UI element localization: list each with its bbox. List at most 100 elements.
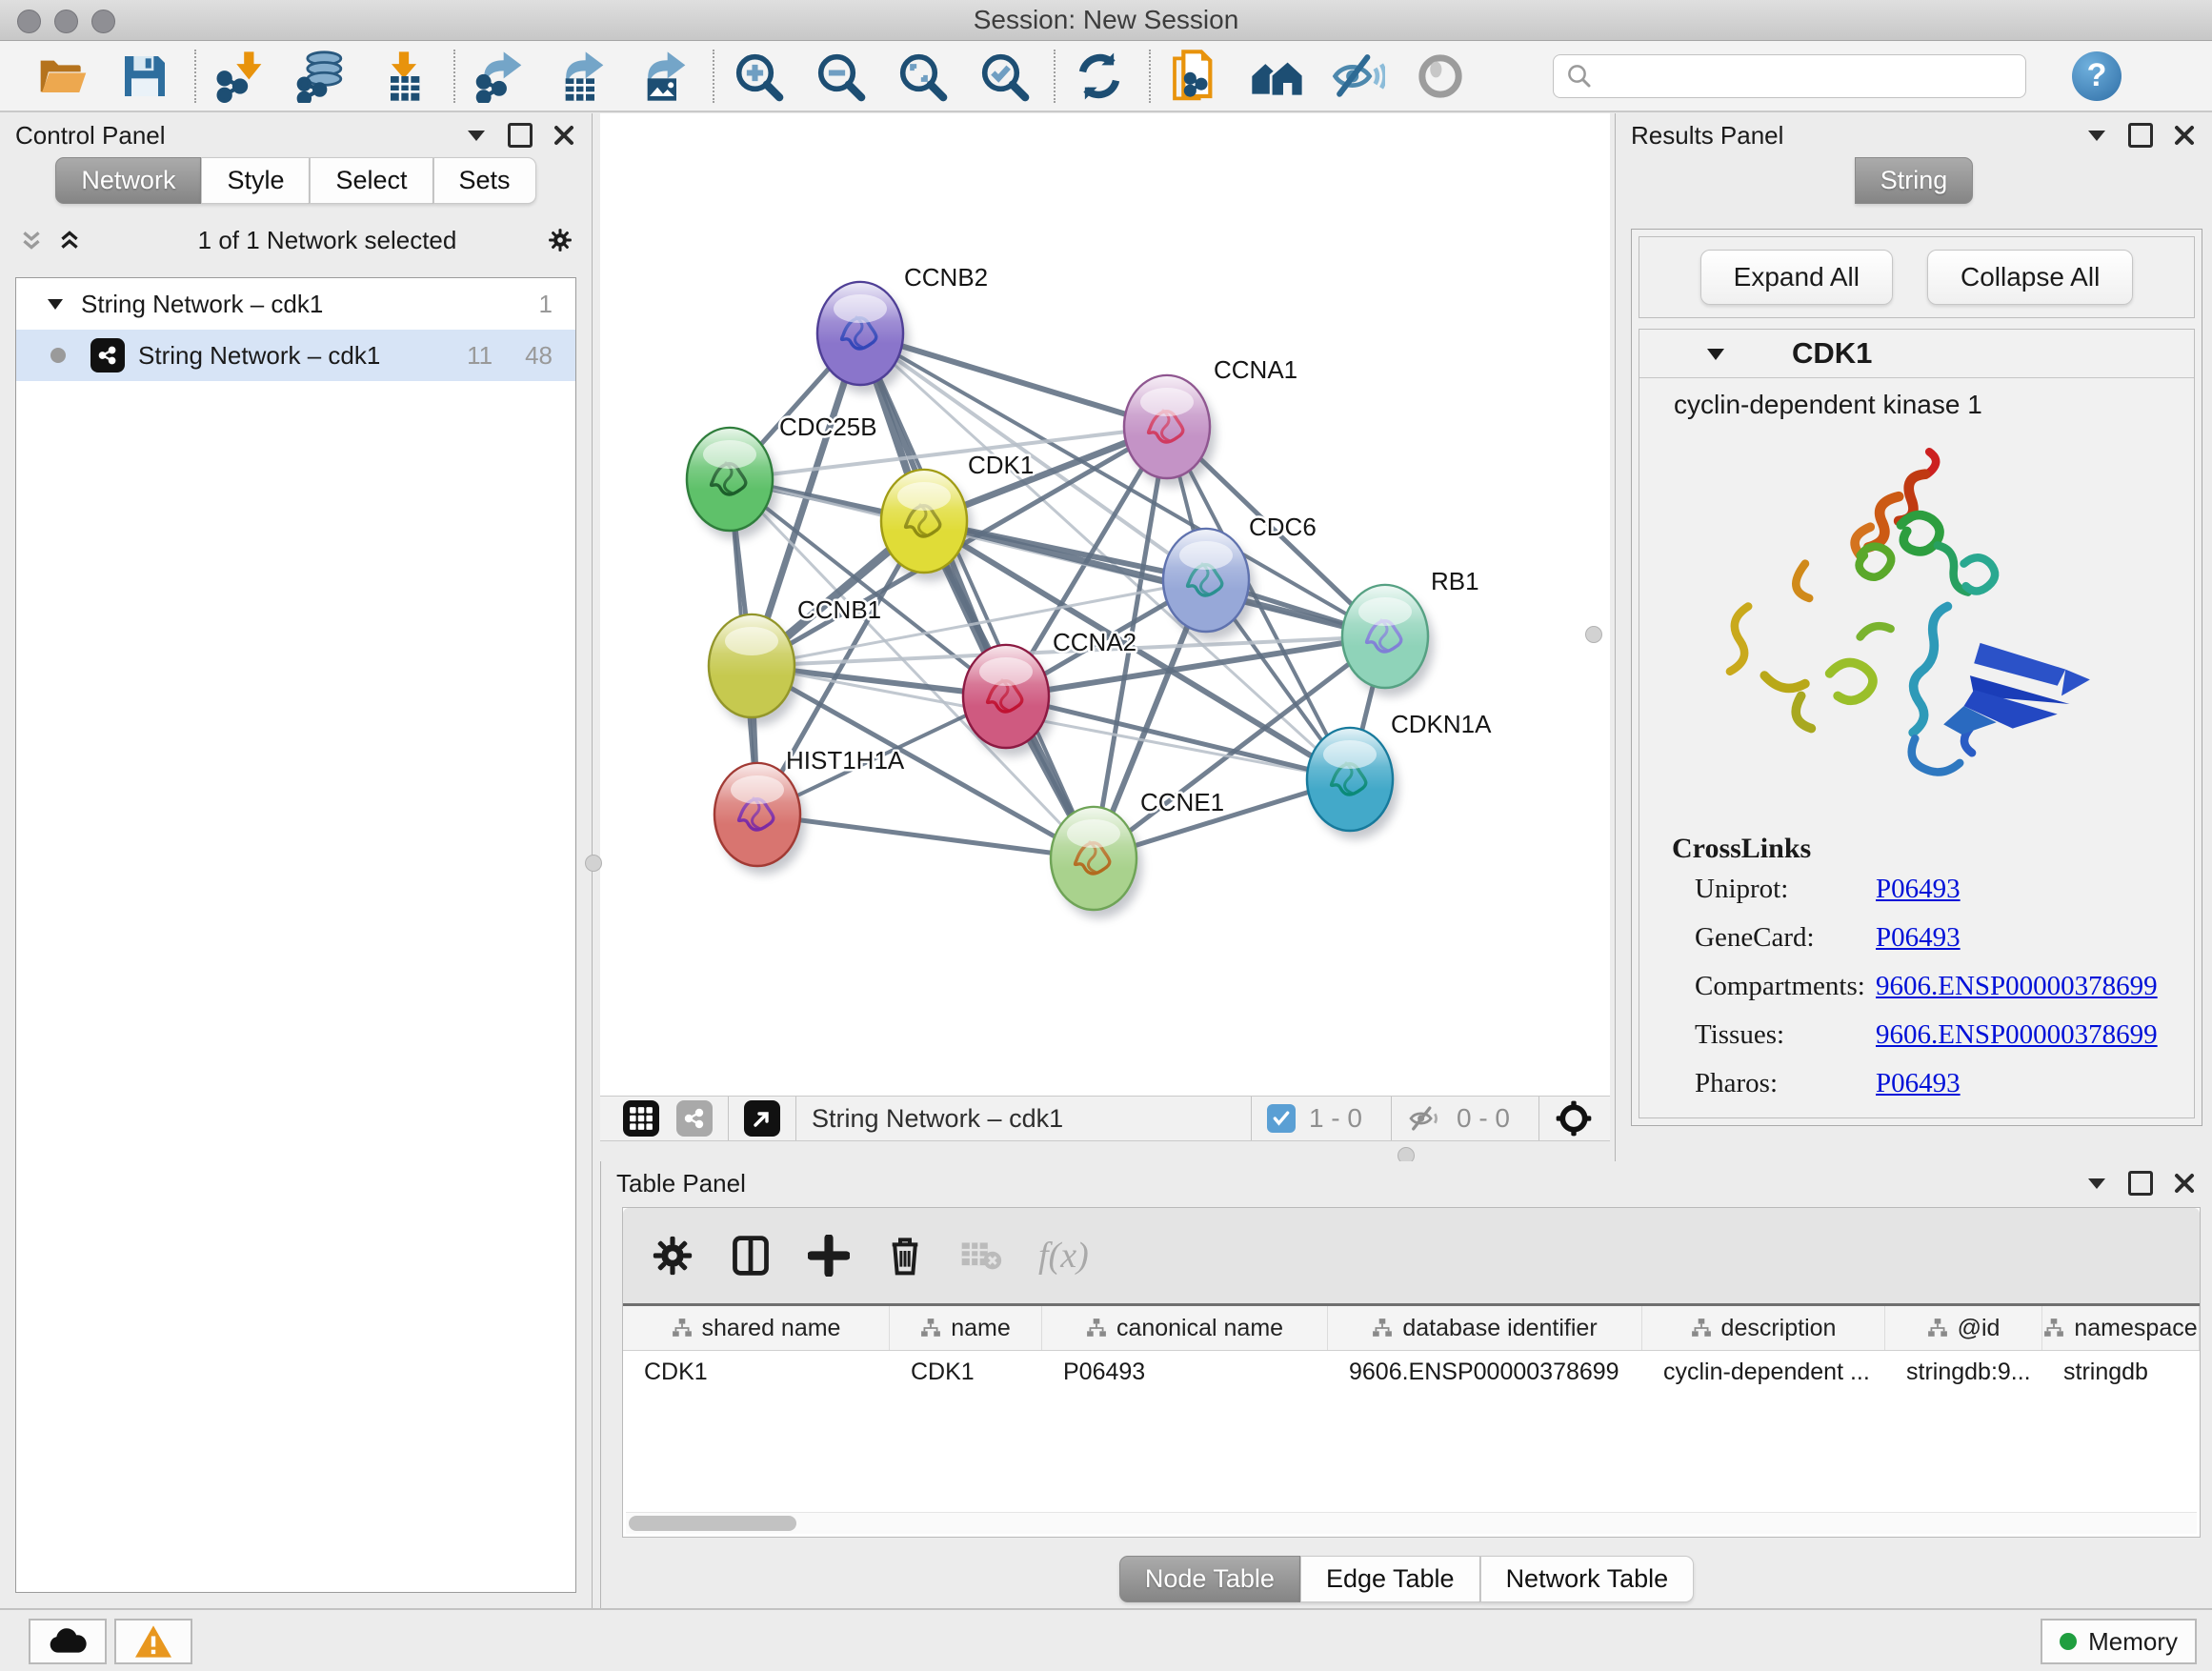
tab-node-table[interactable]: Node Table bbox=[1119, 1556, 1300, 1602]
detach-view-icon[interactable] bbox=[744, 1100, 780, 1137]
cell-canonical-name[interactable]: P06493 bbox=[1042, 1351, 1328, 1395]
close-panel-icon[interactable] bbox=[2172, 1171, 2197, 1196]
close-panel-icon[interactable] bbox=[2172, 123, 2197, 148]
right-splitter-handle[interactable] bbox=[1585, 626, 1602, 643]
expand-all-button[interactable]: Expand All bbox=[1700, 250, 1893, 305]
column-header-name[interactable]: name bbox=[890, 1306, 1042, 1350]
network-node-CCNB2[interactable] bbox=[817, 282, 909, 393]
open-session-icon[interactable] bbox=[36, 50, 90, 103]
gene-header-row[interactable]: CDK1 bbox=[1639, 330, 2194, 378]
zoom-window-icon[interactable] bbox=[91, 10, 115, 33]
hide-unhide-icon[interactable] bbox=[1332, 50, 1385, 103]
column-header-canonical-name[interactable]: canonical name bbox=[1042, 1306, 1328, 1350]
tab-sets[interactable]: Sets bbox=[433, 157, 536, 204]
show-graphics-details-icon[interactable] bbox=[1414, 50, 1467, 103]
cell-name[interactable]: CDK1 bbox=[890, 1351, 1042, 1395]
close-window-icon[interactable] bbox=[17, 10, 41, 33]
table-horizontal-scrollbar[interactable] bbox=[626, 1512, 2197, 1534]
search-input[interactable] bbox=[1594, 60, 2014, 91]
show-columns-icon[interactable] bbox=[730, 1235, 772, 1277]
refresh-layout-icon[interactable] bbox=[1073, 50, 1126, 103]
tab-edge-table[interactable]: Edge Table bbox=[1300, 1556, 1480, 1602]
crosslink-uniprot[interactable]: P06493 bbox=[1876, 874, 1961, 904]
network-node-CCNA2[interactable] bbox=[963, 645, 1055, 756]
column-header-namespace[interactable]: namespace bbox=[2042, 1306, 2200, 1350]
birdseye-view-icon[interactable] bbox=[1555, 1099, 1593, 1137]
maximize-panel-icon[interactable] bbox=[508, 123, 533, 148]
tab-select[interactable]: Select bbox=[310, 157, 432, 204]
home-icon[interactable] bbox=[1250, 50, 1303, 103]
network-row[interactable]: String Network – cdk1 11 48 bbox=[16, 330, 575, 381]
network-canvas[interactable]: CCNB2CCNA1CDC25BCDK1CDC6RB1CCNB1CCNA2CDK… bbox=[600, 113, 1610, 1096]
tab-network[interactable]: Network bbox=[55, 157, 201, 204]
gene-collapse-icon bbox=[1706, 347, 1725, 361]
network-collection-row[interactable]: String Network – cdk1 1 bbox=[16, 278, 575, 330]
network-node-CDK1[interactable] bbox=[881, 470, 973, 581]
collapse-all-button[interactable]: Collapse All bbox=[1927, 250, 2133, 305]
close-panel-icon[interactable] bbox=[552, 123, 576, 148]
network-options-gear-icon[interactable] bbox=[548, 228, 573, 252]
maximize-panel-icon[interactable] bbox=[2128, 123, 2153, 148]
cell-id[interactable]: stringdb:9... bbox=[1885, 1351, 2042, 1395]
grid-view-icon[interactable] bbox=[623, 1100, 659, 1137]
column-header-description[interactable]: description bbox=[1642, 1306, 1885, 1350]
string-document-icon[interactable] bbox=[1168, 50, 1221, 103]
network-node-CDC25B[interactable] bbox=[687, 428, 778, 539]
zoom-in-icon[interactable] bbox=[732, 50, 785, 103]
cloud-button[interactable] bbox=[29, 1619, 107, 1664]
save-session-icon[interactable] bbox=[118, 50, 171, 103]
warning-button[interactable] bbox=[114, 1619, 192, 1664]
network-graph[interactable]: CCNB2CCNA1CDC25BCDK1CDC6RB1CCNB1CCNA2CDK… bbox=[600, 113, 1610, 1096]
column-header-database-identifier[interactable]: database identifier bbox=[1328, 1306, 1642, 1350]
network-node-CCNE1[interactable] bbox=[1051, 807, 1142, 918]
crosslink-tissues[interactable]: 9606.ENSP00000378699 bbox=[1876, 1019, 2158, 1050]
export-table-icon[interactable] bbox=[554, 50, 608, 103]
column-header-shared-name[interactable]: shared name bbox=[623, 1306, 890, 1350]
import-database-icon[interactable] bbox=[295, 50, 349, 103]
cell-namespace[interactable]: stringdb bbox=[2042, 1351, 2200, 1395]
float-panel-icon[interactable] bbox=[464, 123, 489, 148]
export-network-icon[interactable] bbox=[473, 50, 526, 103]
tab-style[interactable]: Style bbox=[201, 157, 310, 204]
tab-string[interactable]: String bbox=[1855, 157, 1974, 204]
column-type-icon bbox=[1372, 1318, 1393, 1339]
search-box[interactable] bbox=[1553, 54, 2026, 98]
crosslink-compartments[interactable]: 9606.ENSP00000378699 bbox=[1876, 971, 2158, 1001]
network-node-HIST1H1A[interactable] bbox=[714, 763, 806, 875]
collapse-all-icon[interactable] bbox=[19, 228, 44, 252]
crosslink-genecard[interactable]: P06493 bbox=[1876, 922, 1961, 953]
column-header-id[interactable]: @id bbox=[1885, 1306, 2042, 1350]
minimize-window-icon[interactable] bbox=[54, 10, 78, 33]
memory-button[interactable]: Memory bbox=[2041, 1619, 2197, 1664]
maximize-panel-icon[interactable] bbox=[2128, 1171, 2153, 1196]
network-node-CCNA1[interactable] bbox=[1124, 375, 1216, 487]
zoom-selected-icon[interactable] bbox=[977, 50, 1031, 103]
left-splitter-handle[interactable] bbox=[585, 855, 602, 872]
crosslink-pharos[interactable]: P06493 bbox=[1876, 1068, 1961, 1098]
gene-detail-card: CDK1 cyclin-dependent kinase 1 bbox=[1639, 329, 2195, 1118]
float-panel-icon[interactable] bbox=[2084, 123, 2109, 148]
network-node-RB1[interactable] bbox=[1342, 585, 1434, 696]
cell-description[interactable]: cyclin-dependent ... bbox=[1642, 1351, 1885, 1395]
import-network-icon[interactable] bbox=[213, 50, 267, 103]
tab-network-table[interactable]: Network Table bbox=[1480, 1556, 1695, 1602]
help-button[interactable]: ? bbox=[2072, 51, 2122, 101]
table-row[interactable]: CDK1 CDK1 P06493 9606.ENSP00000378699 cy… bbox=[623, 1351, 2200, 1395]
delete-column-icon[interactable] bbox=[886, 1235, 924, 1277]
scrollbar-thumb[interactable] bbox=[629, 1516, 796, 1531]
network-edge[interactable] bbox=[757, 815, 1094, 858]
table-options-gear-icon[interactable] bbox=[652, 1235, 694, 1277]
expand-all-icon[interactable] bbox=[57, 228, 82, 252]
network-view-share-icon[interactable] bbox=[676, 1100, 713, 1137]
network-edge[interactable] bbox=[860, 333, 1094, 858]
float-panel-icon[interactable] bbox=[2084, 1171, 2109, 1196]
network-node-CDKN1A[interactable] bbox=[1307, 728, 1398, 839]
zoom-out-icon[interactable] bbox=[814, 50, 867, 103]
selected-checkbox-icon[interactable] bbox=[1267, 1104, 1296, 1133]
add-column-icon[interactable] bbox=[808, 1235, 850, 1277]
import-table-icon[interactable] bbox=[377, 50, 431, 103]
zoom-fit-icon[interactable] bbox=[895, 50, 949, 103]
cell-shared-name[interactable]: CDK1 bbox=[623, 1351, 890, 1395]
cell-database-identifier[interactable]: 9606.ENSP00000378699 bbox=[1328, 1351, 1642, 1395]
export-image-icon[interactable] bbox=[636, 50, 690, 103]
